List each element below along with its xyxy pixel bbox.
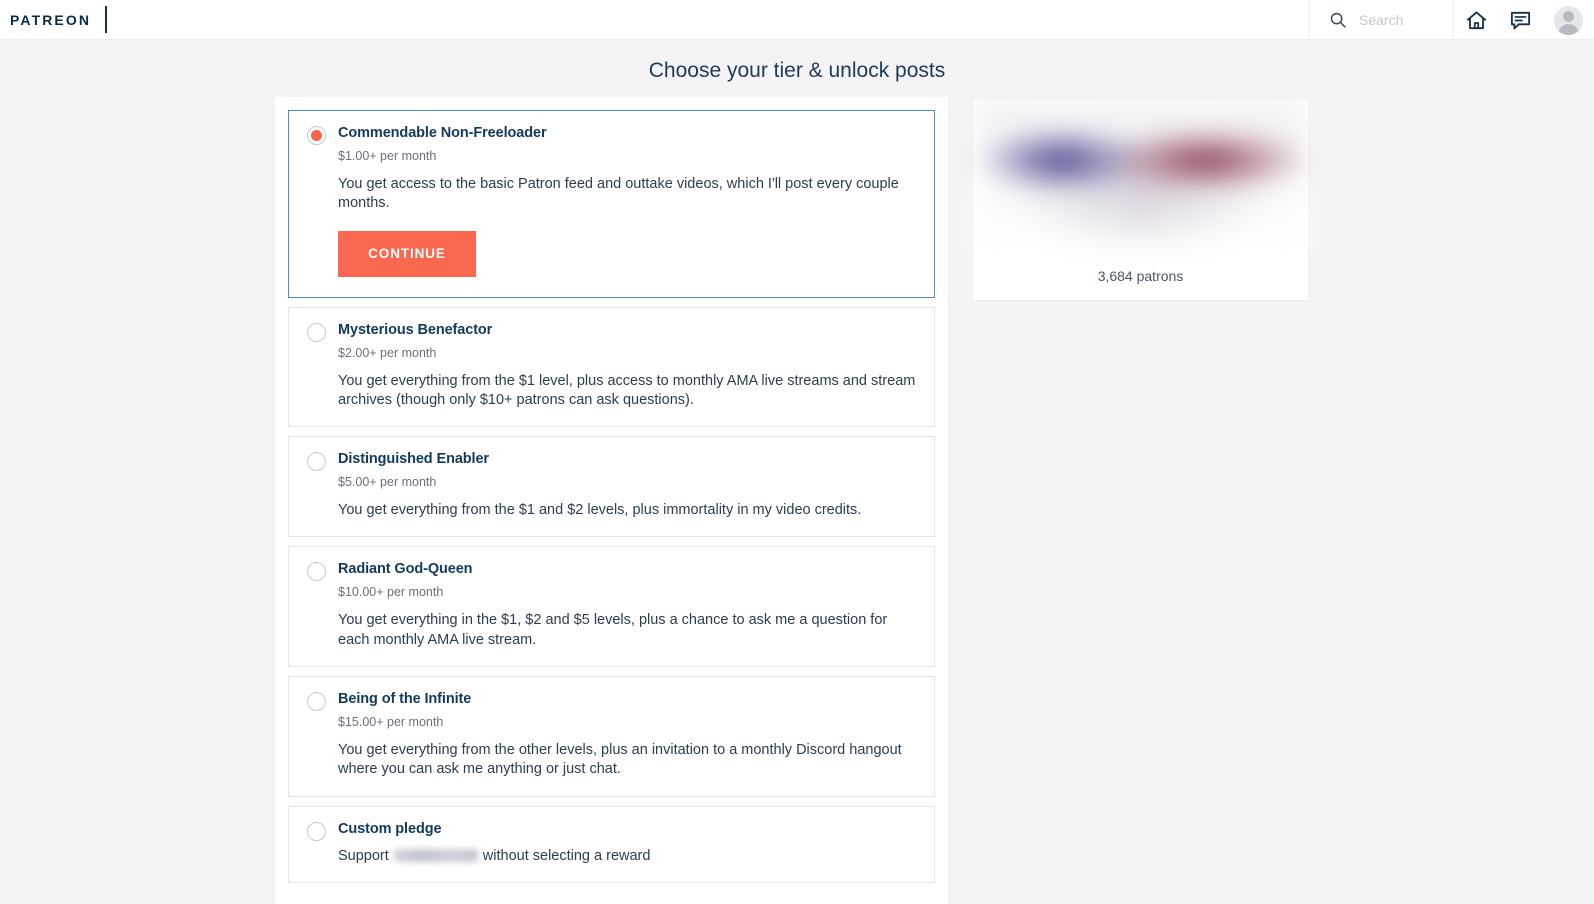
tier-radio[interactable] (307, 452, 326, 472)
tier-title: Commendable Non-Freeloader (338, 125, 547, 141)
messages-icon[interactable] (1498, 0, 1542, 40)
creator-banner-image (976, 100, 1305, 250)
tier-radio[interactable] (307, 562, 326, 582)
tier-radio[interactable] (307, 126, 326, 145)
tier-radio[interactable] (307, 322, 326, 342)
tier-title: Radiant God-Queen (338, 561, 473, 578)
header-actions (1309, 0, 1594, 40)
tier-price: $1.00+ per month (338, 149, 437, 163)
tier-card[interactable]: Commendable Non-Freeloader $1.00+ per mo… (288, 110, 935, 298)
custom-pledge-prefix: Support (338, 847, 389, 864)
patreon-logo[interactable]: PATREON (10, 12, 91, 28)
tier-price: $15.00+ per month (338, 714, 444, 729)
tier-body: Distinguished Enabler $5.00+ per month Y… (338, 451, 916, 520)
tier-body: Radiant God-Queen $10.00+ per month You … (338, 561, 916, 650)
tier-card[interactable]: Distinguished Enabler $5.00+ per month Y… (288, 436, 935, 538)
avatar-image (1553, 5, 1583, 35)
custom-pledge-card[interactable]: Custom pledge Support without selecting … (288, 805, 935, 883)
creator-sidebar: 3,684 patrons (973, 97, 1308, 300)
tier-body: Being of the Infinite $15.00+ per month … (338, 691, 916, 780)
patron-count: 3,684 patrons (1097, 268, 1184, 284)
tier-price: $2.00+ per month (338, 345, 437, 360)
custom-pledge-suffix: without selecting a reward (482, 847, 651, 864)
brand-divider (105, 6, 108, 33)
custom-pledge-title: Custom pledge (338, 820, 442, 837)
tier-body: Mysterious Benefactor $2.00+ per month Y… (338, 322, 916, 411)
creator-card: 3,684 patrons (973, 100, 1308, 300)
tier-description: You get everything from the $1 level, pl… (338, 372, 916, 408)
tier-price: $5.00+ per month (338, 475, 437, 490)
tier-description: You get everything from the $1 and $2 le… (338, 502, 862, 519)
tier-body: Commendable Non-Freeloader $1.00+ per mo… (338, 125, 916, 277)
avatar-body (1557, 23, 1579, 35)
search-icon (1330, 12, 1346, 28)
home-icon[interactable] (1454, 0, 1498, 40)
tier-title: Being of the Infinite (338, 690, 472, 707)
tier-card[interactable]: Mysterious Benefactor $2.00+ per month Y… (288, 306, 935, 428)
page-title: Choose your tier & unlock posts (648, 59, 946, 82)
tier-card[interactable]: Radiant God-Queen $10.00+ per month You … (288, 546, 935, 667)
tier-description: You get everything in the $1, $2 and $5 … (338, 612, 888, 648)
tier-description: You get everything from the other levels… (338, 741, 902, 778)
tier-description: You get access to the basic Patron feed … (338, 176, 899, 212)
tier-title: Distinguished Enabler (338, 451, 489, 468)
brand-zone: PATREON (0, 0, 108, 40)
top-navigation-bar: PATREON (0, 0, 1594, 40)
avatar-head (1562, 10, 1574, 22)
custom-pledge-radio[interactable] (307, 821, 326, 841)
custom-pledge-line: Support without selecting a reward (338, 848, 916, 864)
tier-title: Mysterious Benefactor (338, 321, 493, 338)
custom-pledge-body: Custom pledge Support without selecting … (338, 821, 916, 864)
tier-radio[interactable] (307, 691, 326, 711)
tier-price: $10.00+ per month (338, 585, 444, 600)
blurred-creator-name (393, 849, 478, 863)
continue-button[interactable]: CONTINUE (338, 230, 476, 277)
search-input[interactable] (1359, 12, 1451, 28)
tier-card[interactable]: Being of the Infinite $15.00+ per month … (288, 675, 935, 797)
search-box[interactable] (1309, 0, 1454, 40)
tier-list-panel: Commendable Non-Freeloader $1.00+ per mo… (275, 97, 948, 904)
main-content: Commendable Non-Freeloader $1.00+ per mo… (0, 97, 1594, 904)
avatar[interactable] (1542, 0, 1594, 40)
